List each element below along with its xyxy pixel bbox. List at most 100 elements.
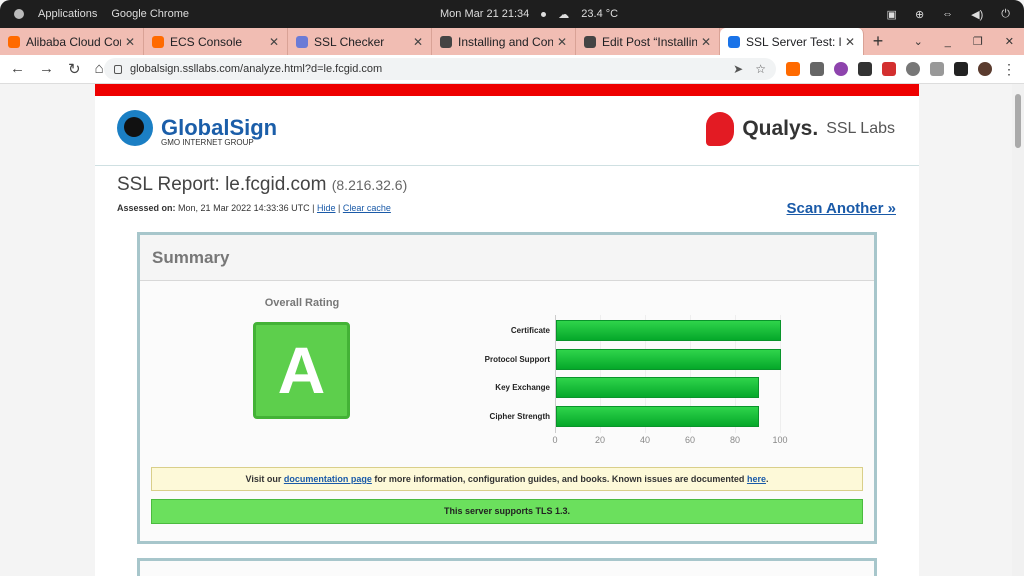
extension-gauge-icon[interactable] bbox=[906, 62, 920, 76]
weather-label: 23.4 °C bbox=[581, 8, 619, 20]
globalsign-subtitle: GMO INTERNET GROUP bbox=[161, 138, 254, 147]
tab-label: SSL Server Test: le. bbox=[746, 34, 841, 49]
notification-dot-icon bbox=[541, 11, 547, 17]
chart-tick-label: 60 bbox=[684, 435, 696, 445]
extension-icon[interactable] bbox=[930, 62, 944, 76]
ssllabs-name: SSL Labs bbox=[826, 120, 895, 137]
extension-icon[interactable] bbox=[858, 62, 872, 76]
tab-close-icon[interactable]: ✕ bbox=[125, 35, 135, 49]
tab-label: Alibaba Cloud Con bbox=[26, 34, 121, 49]
tab-favicon-icon bbox=[296, 35, 308, 48]
lock-icon[interactable] bbox=[114, 64, 122, 74]
tls13-notice: This server supports TLS 1.3. bbox=[151, 499, 863, 524]
browser-tab[interactable]: SSL Server Test: le. ✕ bbox=[720, 28, 864, 55]
clear-cache-link[interactable]: Clear cache bbox=[343, 203, 391, 213]
overall-rating-label: Overall Rating bbox=[264, 297, 340, 309]
forward-icon[interactable]: → bbox=[39, 60, 54, 78]
summary-title: Summary bbox=[140, 235, 874, 281]
extension-color-icon[interactable] bbox=[834, 62, 848, 76]
tab-search-icon[interactable]: ⌄ bbox=[914, 35, 923, 48]
qualys-shield-icon bbox=[706, 112, 735, 146]
browser-toolbar: ← → ↻ ⌂ globalsign.ssllabs.com/analyze.h… bbox=[0, 55, 1024, 84]
tab-close-icon[interactable]: ✕ bbox=[413, 35, 423, 49]
active-app-label[interactable]: Google Chrome bbox=[111, 8, 189, 20]
scrollbar-thumb[interactable] bbox=[1015, 94, 1021, 148]
assessed-label: Assessed on: bbox=[117, 203, 176, 213]
assessed-value: Mon, 21 Mar 2022 14:33:36 UTC | bbox=[178, 203, 315, 213]
extensions-puzzle-icon[interactable] bbox=[954, 62, 968, 76]
extension-eye-icon[interactable] bbox=[810, 62, 824, 76]
tab-close-icon[interactable]: ✕ bbox=[269, 35, 279, 49]
weather-icon: ☁ bbox=[558, 8, 570, 21]
home-icon[interactable]: ⌂ bbox=[95, 60, 104, 78]
back-icon[interactable]: ← bbox=[10, 60, 25, 78]
notice-text: Visit our bbox=[245, 474, 282, 484]
documentation-link[interactable]: documentation page bbox=[284, 474, 372, 484]
accessibility-icon[interactable]: ⊕ bbox=[915, 8, 924, 21]
window-controls: ⌄ _ ❐ ✕ bbox=[914, 28, 1014, 55]
chart-category-label: Certificate bbox=[510, 326, 550, 335]
chart-bar bbox=[556, 405, 759, 427]
network-icon[interactable]: ⇔ bbox=[942, 8, 953, 20]
send-icon[interactable]: ➤ bbox=[733, 62, 743, 76]
volume-icon[interactable]: ◀) bbox=[971, 8, 983, 21]
new-tab-icon[interactable]: + bbox=[864, 28, 892, 55]
tab-close-icon[interactable]: ✕ bbox=[557, 35, 567, 49]
known-issues-link[interactable]: here bbox=[747, 474, 766, 484]
chart-tick-label: 40 bbox=[639, 435, 651, 445]
chart-category-label: Protocol Support bbox=[484, 354, 550, 364]
scan-another-link[interactable]: Scan Another » bbox=[787, 200, 896, 217]
browser-tab[interactable]: Edit Post “Installin ✕ bbox=[576, 28, 720, 55]
browser-tab[interactable]: Alibaba Cloud Con ✕ bbox=[0, 28, 144, 55]
profile-avatar[interactable] bbox=[978, 62, 992, 76]
tab-favicon-icon bbox=[8, 35, 20, 48]
reload-icon[interactable]: ↻ bbox=[68, 60, 81, 78]
assessed-info: Assessed on: Mon, 21 Mar 2022 14:33:36 U… bbox=[117, 203, 391, 213]
chart-tick-label: 100 bbox=[772, 435, 788, 445]
kebab-menu-icon[interactable]: ⋮ bbox=[1002, 62, 1016, 76]
system-menu-icon[interactable] bbox=[14, 9, 24, 19]
restore-icon[interactable]: ❐ bbox=[973, 35, 983, 48]
tab-close-icon[interactable]: ✕ bbox=[701, 35, 711, 49]
chart-tick-label: 0 bbox=[552, 435, 558, 445]
tab-label: Installing and Con bbox=[458, 34, 553, 49]
grade-badge: A bbox=[253, 322, 350, 419]
hide-link[interactable]: Hide bbox=[317, 203, 336, 213]
globalsign-logo[interactable]: GlobalSign GMO INTERNET GROUP bbox=[117, 110, 277, 147]
notice-text: for more information, configuration guid… bbox=[374, 474, 745, 484]
report-title: SSL Report: le.fcgid.com (8.216.32.6) bbox=[117, 174, 407, 196]
site-header: GlobalSign GMO INTERNET GROUP Qualys. SS… bbox=[95, 96, 919, 166]
address-bar[interactable]: globalsign.ssllabs.com/analyze.html?d=le… bbox=[104, 58, 776, 80]
browser-tab[interactable]: SSL Checker ✕ bbox=[288, 28, 432, 55]
globalsign-eye-icon bbox=[117, 110, 153, 146]
report-ip: (8.216.32.6) bbox=[331, 177, 408, 193]
extension-icon[interactable] bbox=[786, 62, 800, 76]
url-text[interactable]: globalsign.ssllabs.com/analyze.html?d=le… bbox=[130, 63, 721, 75]
bookmark-star-icon[interactable]: ☆ bbox=[755, 62, 766, 76]
next-panel bbox=[137, 558, 877, 576]
chart-bar bbox=[556, 377, 759, 398]
datetime-label: Mon Mar 21 21:34 bbox=[440, 8, 530, 20]
browser-tab[interactable]: Installing and Con ✕ bbox=[432, 28, 576, 55]
activities-button[interactable]: Applications bbox=[38, 8, 97, 20]
extension-icon[interactable] bbox=[882, 62, 896, 76]
web-page: GlobalSign GMO INTERNET GROUP Qualys. SS… bbox=[0, 84, 1012, 576]
chart-category-label: Key Exchange bbox=[495, 383, 550, 392]
tray-app-icon[interactable]: ▣ bbox=[887, 8, 897, 21]
tab-label: Edit Post “Installin bbox=[602, 34, 697, 49]
browser-tab[interactable]: ECS Console ✕ bbox=[144, 28, 288, 55]
clock[interactable]: Mon Mar 21 21:34 ☁ 23.4 °C bbox=[440, 0, 618, 28]
qualys-logo[interactable]: Qualys. SSL Labs bbox=[706, 112, 895, 146]
documentation-notice: Visit our documentation page for more in… bbox=[151, 467, 863, 491]
minimize-icon[interactable]: _ bbox=[945, 36, 951, 48]
notice-text-end: . bbox=[765, 474, 769, 484]
tab-label: SSL Checker bbox=[314, 34, 385, 49]
page-scrollbar[interactable] bbox=[1012, 84, 1024, 576]
tab-close-icon[interactable]: ✕ bbox=[845, 35, 855, 49]
tab-favicon-icon bbox=[728, 35, 740, 48]
window-close-icon[interactable]: ✕ bbox=[1005, 35, 1014, 48]
power-icon[interactable]: ⏻ bbox=[1001, 8, 1010, 21]
top-red-bar bbox=[95, 84, 919, 96]
os-top-bar: Applications Google Chrome Mon Mar 21 21… bbox=[0, 0, 1024, 28]
chart-bar bbox=[556, 320, 781, 341]
